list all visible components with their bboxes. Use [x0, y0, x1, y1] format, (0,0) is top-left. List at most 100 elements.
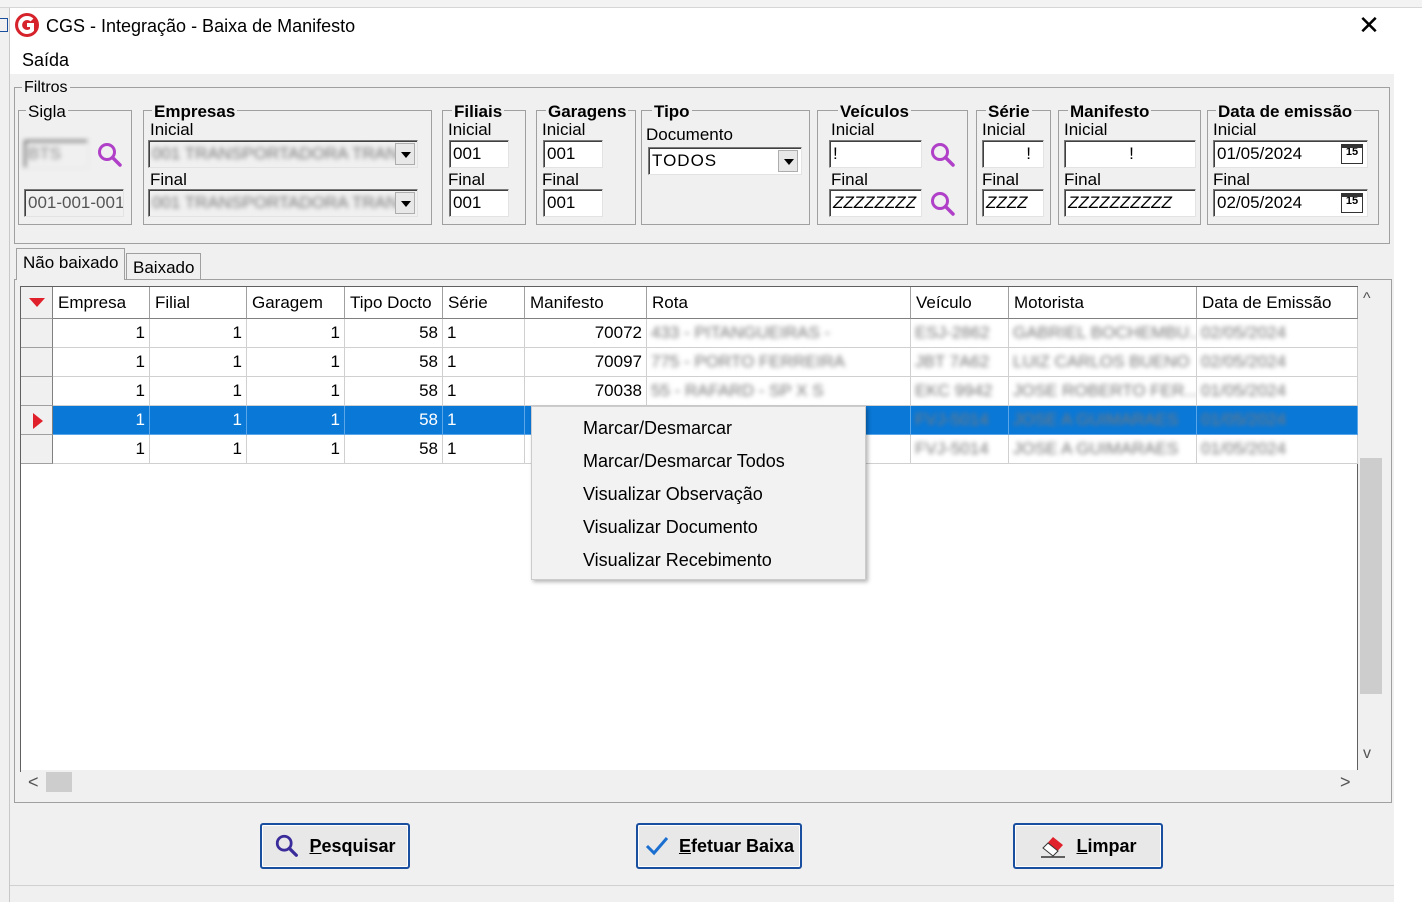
tab-baixado[interactable]: Baixado: [126, 253, 202, 279]
grid-header-rota[interactable]: Rota: [647, 287, 911, 319]
empresas-final-dropdown-icon[interactable]: [395, 192, 415, 214]
grid-header-motorista[interactable]: Motorista: [1009, 287, 1197, 319]
menu-saida[interactable]: Saída: [22, 50, 69, 71]
calendar-icon[interactable]: 15: [1341, 144, 1363, 164]
cell-motorista-value: LUIZ CARLOS BUENO: [1013, 352, 1190, 371]
context-menu-visualizar-recebimento[interactable]: Visualizar Recebimento: [583, 550, 772, 571]
cell-garagem-value: 1: [330, 439, 340, 458]
cell-data: 01/05/2024: [1197, 406, 1358, 435]
cell-garagem: 1: [247, 319, 345, 348]
pesquisar-button[interactable]: Pesquisar: [260, 823, 410, 869]
vertical-scroll-thumb[interactable]: [1360, 458, 1382, 694]
sigla-search-icon[interactable]: [96, 141, 124, 169]
row-indicator[interactable]: [21, 319, 53, 348]
scroll-right-icon[interactable]: >: [1340, 772, 1351, 793]
grid-header-serie[interactable]: Série: [443, 287, 525, 319]
horizontal-scrollbar[interactable]: [21, 770, 1358, 794]
empresas-final-select[interactable]: 001 TRANSPORTADORA TRAN: [148, 189, 418, 217]
cell-data-value: 02/05/2024: [1201, 352, 1287, 371]
context-menu-visualizar-observacao[interactable]: Visualizar Observação: [583, 484, 763, 505]
cell-serie: 1: [443, 377, 525, 406]
veiculos-inicial-input[interactable]: !: [829, 140, 922, 168]
cell-serie-value: 1: [447, 439, 457, 458]
filiais-final-input[interactable]: 001: [449, 189, 509, 217]
garagens-final-input[interactable]: 001: [543, 189, 603, 217]
table-row[interactable]: 1 1 1 58 1 70097 775 - PORTO FERREIRA JBT 7A62 L…: [53, 348, 1358, 377]
tab-nao-baixado[interactable]: Não baixado: [16, 248, 126, 280]
scroll-left-icon[interactable]: <: [28, 772, 39, 793]
cell-empresa-value: 1: [135, 352, 145, 371]
table-row[interactable]: 1 1 1 58 1 70072 433 - PITANGUEIRAS - ESJ-2862 G…: [53, 319, 1358, 348]
window-title: CGS - Integração - Baixa de Manifesto: [46, 16, 356, 36]
veiculos-final-search-icon[interactable]: [929, 190, 957, 218]
sigla-input[interactable]: BTS: [24, 140, 88, 168]
grid-header-garagem[interactable]: Garagem: [247, 287, 345, 319]
empresas-title: Empresas: [152, 102, 238, 122]
cell-motorista: JOSE A GUIMARAES: [1009, 435, 1197, 464]
cell-serie-value: 1: [447, 323, 457, 342]
veiculos-inicial-search-icon[interactable]: [929, 141, 957, 169]
eraser-icon: [1041, 837, 1066, 858]
scroll-up-icon[interactable]: ^: [1363, 290, 1371, 308]
horizontal-scroll-thumb[interactable]: [46, 772, 72, 792]
grid-header-tipo-docto[interactable]: Tipo Docto: [345, 287, 443, 319]
cell-empresa-value: 1: [135, 410, 145, 429]
filiais-final-label: Final: [448, 170, 485, 189]
scroll-down-icon[interactable]: v: [1363, 745, 1371, 763]
cell-motorista: JOSE A GUIMARAES: [1009, 406, 1197, 435]
veiculos-title: Veículos: [838, 102, 911, 122]
serie-inicial-input[interactable]: !: [982, 140, 1044, 168]
manifesto-final-input[interactable]: ZZZZZZZZZZ: [1064, 189, 1196, 217]
cell-tipo: 58: [345, 319, 443, 348]
grid-header-data-de-emissao[interactable]: Data de Emissão: [1197, 287, 1358, 319]
efetuar-baixa-button[interactable]: Efetuar Baixa: [636, 823, 802, 869]
cell-motorista: GABRIEL BOCHEMBU...: [1009, 319, 1197, 348]
cell-empresa-value: 1: [135, 381, 145, 400]
grid-header-empresa[interactable]: Empresa: [53, 287, 150, 319]
empresas-inicial-label: Inicial: [150, 120, 194, 139]
bottom-divider: [10, 885, 1394, 886]
row-indicator[interactable]: [21, 348, 53, 377]
manifesto-inicial-input[interactable]: !: [1064, 140, 1196, 168]
cell-manifesto: 70097: [525, 348, 647, 377]
row-indicator[interactable]: [21, 435, 53, 464]
context-menu-marcar-desmarcar[interactable]: Marcar/Desmarcar: [583, 418, 732, 439]
table-row[interactable]: 1 1 1 58 1 70038 55 - RAFARD - SP X S EKC 9942 J…: [53, 377, 1358, 406]
cell-empresa-value: 1: [135, 323, 145, 342]
cell-rota-value: 775 - PORTO FERREIRA: [651, 352, 845, 371]
limpar-button[interactable]: Limpar: [1013, 823, 1163, 869]
cell-tipo: 58: [345, 377, 443, 406]
calendar-icon[interactable]: 15: [1341, 193, 1363, 213]
close-button[interactable]: ✕: [1356, 12, 1382, 40]
empresas-inicial-dropdown-icon[interactable]: [395, 143, 415, 165]
data-emissao-title: Data de emissão: [1216, 102, 1355, 122]
empresas-inicial-select[interactable]: 001 TRANSPORTADORA TRAN: [148, 140, 418, 168]
filiais-inicial-input[interactable]: 001: [449, 140, 509, 168]
context-menu-visualizar-documento[interactable]: Visualizar Documento: [583, 517, 758, 538]
grid-header-manifesto[interactable]: Manifesto: [525, 287, 647, 319]
empresas-final-value: 001 TRANSPORTADORA TRAN: [152, 193, 399, 212]
context-menu-marcar-desmarcar-todos[interactable]: Marcar/Desmarcar Todos: [583, 451, 785, 472]
empresas-final-label: Final: [150, 170, 187, 189]
sort-down-icon: [29, 298, 45, 307]
current-row-arrow-icon: [33, 413, 43, 429]
cell-tipo-value: 58: [419, 352, 438, 371]
garagens-inicial-input[interactable]: 001: [543, 140, 603, 168]
grid-header-indicator[interactable]: [21, 287, 53, 319]
cell-empresa: 1: [53, 406, 150, 435]
cell-veiculo: FVJ-5014: [911, 406, 1009, 435]
manifesto-inicial-label: Inicial: [1064, 120, 1108, 139]
grid-header-filial[interactable]: Filial: [150, 287, 247, 319]
row-indicator[interactable]: [21, 377, 53, 406]
serie-final-input[interactable]: ZZZZ: [982, 189, 1044, 217]
cell-filial-value: 1: [232, 410, 242, 429]
cell-manifesto: 70072: [525, 319, 647, 348]
row-indicator[interactable]: [21, 406, 53, 435]
cell-motorista-value: JOSE A GUIMARAES: [1013, 410, 1179, 429]
cell-veiculo: ESJ-2862: [911, 319, 1009, 348]
veiculos-final-input[interactable]: ZZZZZZZZ: [829, 189, 922, 217]
grid-header-veiculo[interactable]: Veículo: [911, 287, 1009, 319]
cell-veiculo: FVJ-5014: [911, 435, 1009, 464]
sigla-code-field: 001-001-001: [24, 189, 124, 217]
tipo-documento-dropdown-icon[interactable]: [778, 150, 798, 172]
